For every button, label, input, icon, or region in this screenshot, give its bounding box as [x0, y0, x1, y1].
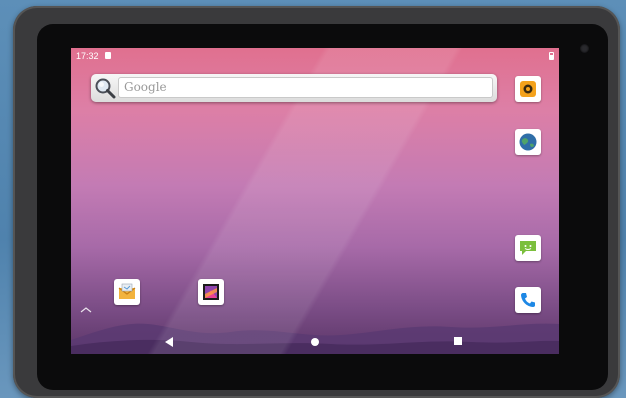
battery-icon	[549, 52, 554, 60]
back-button[interactable]	[163, 336, 175, 348]
messaging-app-icon[interactable]	[515, 235, 541, 261]
phone-app-icon[interactable]	[515, 287, 541, 313]
google-search-widget[interactable]: Google	[91, 74, 497, 102]
notification-icon	[105, 52, 111, 59]
recents-button[interactable]	[454, 337, 462, 345]
phone-icon	[521, 293, 535, 307]
search-input[interactable]: Google	[118, 77, 493, 98]
home-screen: 17:32 Google	[71, 48, 559, 354]
browser-app-icon[interactable]	[515, 129, 541, 155]
home-button[interactable]	[311, 338, 319, 346]
mail-icon	[118, 283, 136, 299]
camera-icon	[520, 81, 536, 97]
app-drawer-chevron-icon[interactable]	[79, 306, 93, 314]
gallery-app-icon[interactable]	[198, 279, 224, 305]
chat-icon	[520, 241, 536, 255]
camera-app-icon[interactable]	[515, 76, 541, 102]
status-time: 17:32	[76, 51, 99, 61]
navigation-bar	[71, 331, 559, 354]
search-icon[interactable]	[94, 77, 116, 99]
email-app-icon[interactable]	[114, 279, 140, 305]
front-camera	[580, 44, 589, 53]
globe-icon	[519, 133, 537, 151]
status-bar: 17:32	[71, 48, 559, 64]
photo-icon	[203, 284, 219, 300]
